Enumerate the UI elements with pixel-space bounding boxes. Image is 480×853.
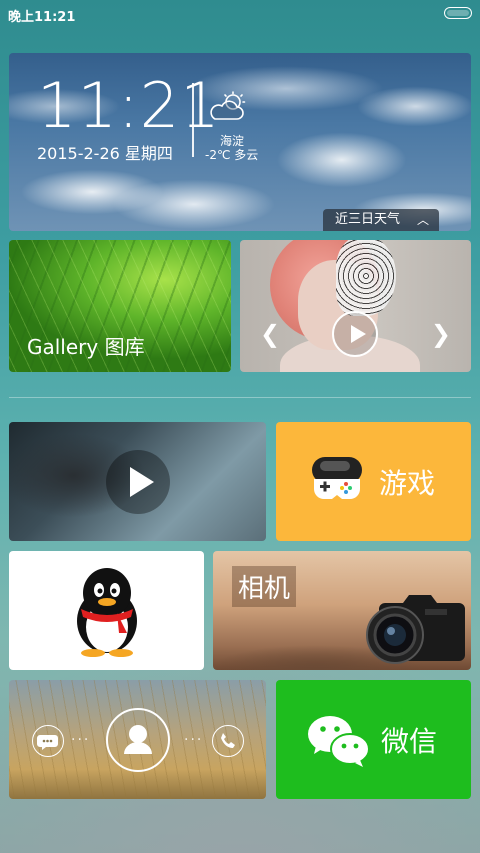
- divider-dots: ···: [184, 732, 204, 748]
- qq-penguin-icon: [77, 568, 137, 657]
- camera-label: 相机: [232, 566, 297, 607]
- divider: [9, 397, 471, 398]
- contact-icon[interactable]: [106, 708, 170, 772]
- video-tile[interactable]: [9, 422, 266, 541]
- games-label: 游戏: [379, 467, 436, 500]
- partly-cloudy-icon: [210, 91, 246, 120]
- gallery-label: Gallery 图库: [27, 335, 145, 359]
- clock-date: 2015-2-26 星期四: [37, 144, 173, 163]
- chevron-right-icon[interactable]: ❯: [431, 320, 451, 348]
- weather-clock-widget[interactable]: 11:21 2015-2-26 星期四 海淀 -2℃ 多云 近三日天气 ︿: [9, 53, 471, 231]
- forecast-button[interactable]: 近三日天气 ︿: [323, 209, 439, 231]
- wechat-icon: [308, 716, 370, 767]
- qq-tile[interactable]: [9, 551, 204, 670]
- wechat-tile[interactable]: 微信: [276, 680, 471, 799]
- dialer-tile[interactable]: ··· ···: [9, 680, 266, 799]
- battery-icon: [444, 7, 472, 19]
- games-tile[interactable]: 游戏: [276, 422, 471, 541]
- wechat-label: 微信: [381, 725, 438, 758]
- play-icon[interactable]: [332, 311, 378, 357]
- chevron-up-icon: ︿: [416, 213, 429, 227]
- message-icon[interactable]: [32, 725, 64, 757]
- chevron-left-icon[interactable]: ❮: [260, 320, 280, 348]
- gallery-tile[interactable]: Gallery 图库: [9, 240, 231, 372]
- music-player-tile[interactable]: ❮ ❯: [240, 240, 471, 372]
- forecast-label: 近三日天气: [335, 212, 401, 227]
- play-icon[interactable]: [106, 450, 170, 514]
- camera-icon: [366, 595, 465, 664]
- status-bar: 晚上11:21: [0, 0, 480, 28]
- album-art-mask: [336, 240, 396, 316]
- camera-tile[interactable]: 相机: [213, 551, 471, 670]
- weather-condition: -2℃ 多云: [205, 148, 259, 162]
- clock-divider: [192, 83, 194, 157]
- phone-icon[interactable]: [212, 725, 244, 757]
- divider-dots: ···: [71, 732, 91, 748]
- gamepad-icon: [312, 457, 362, 499]
- status-time: 晚上11:21: [8, 10, 76, 25]
